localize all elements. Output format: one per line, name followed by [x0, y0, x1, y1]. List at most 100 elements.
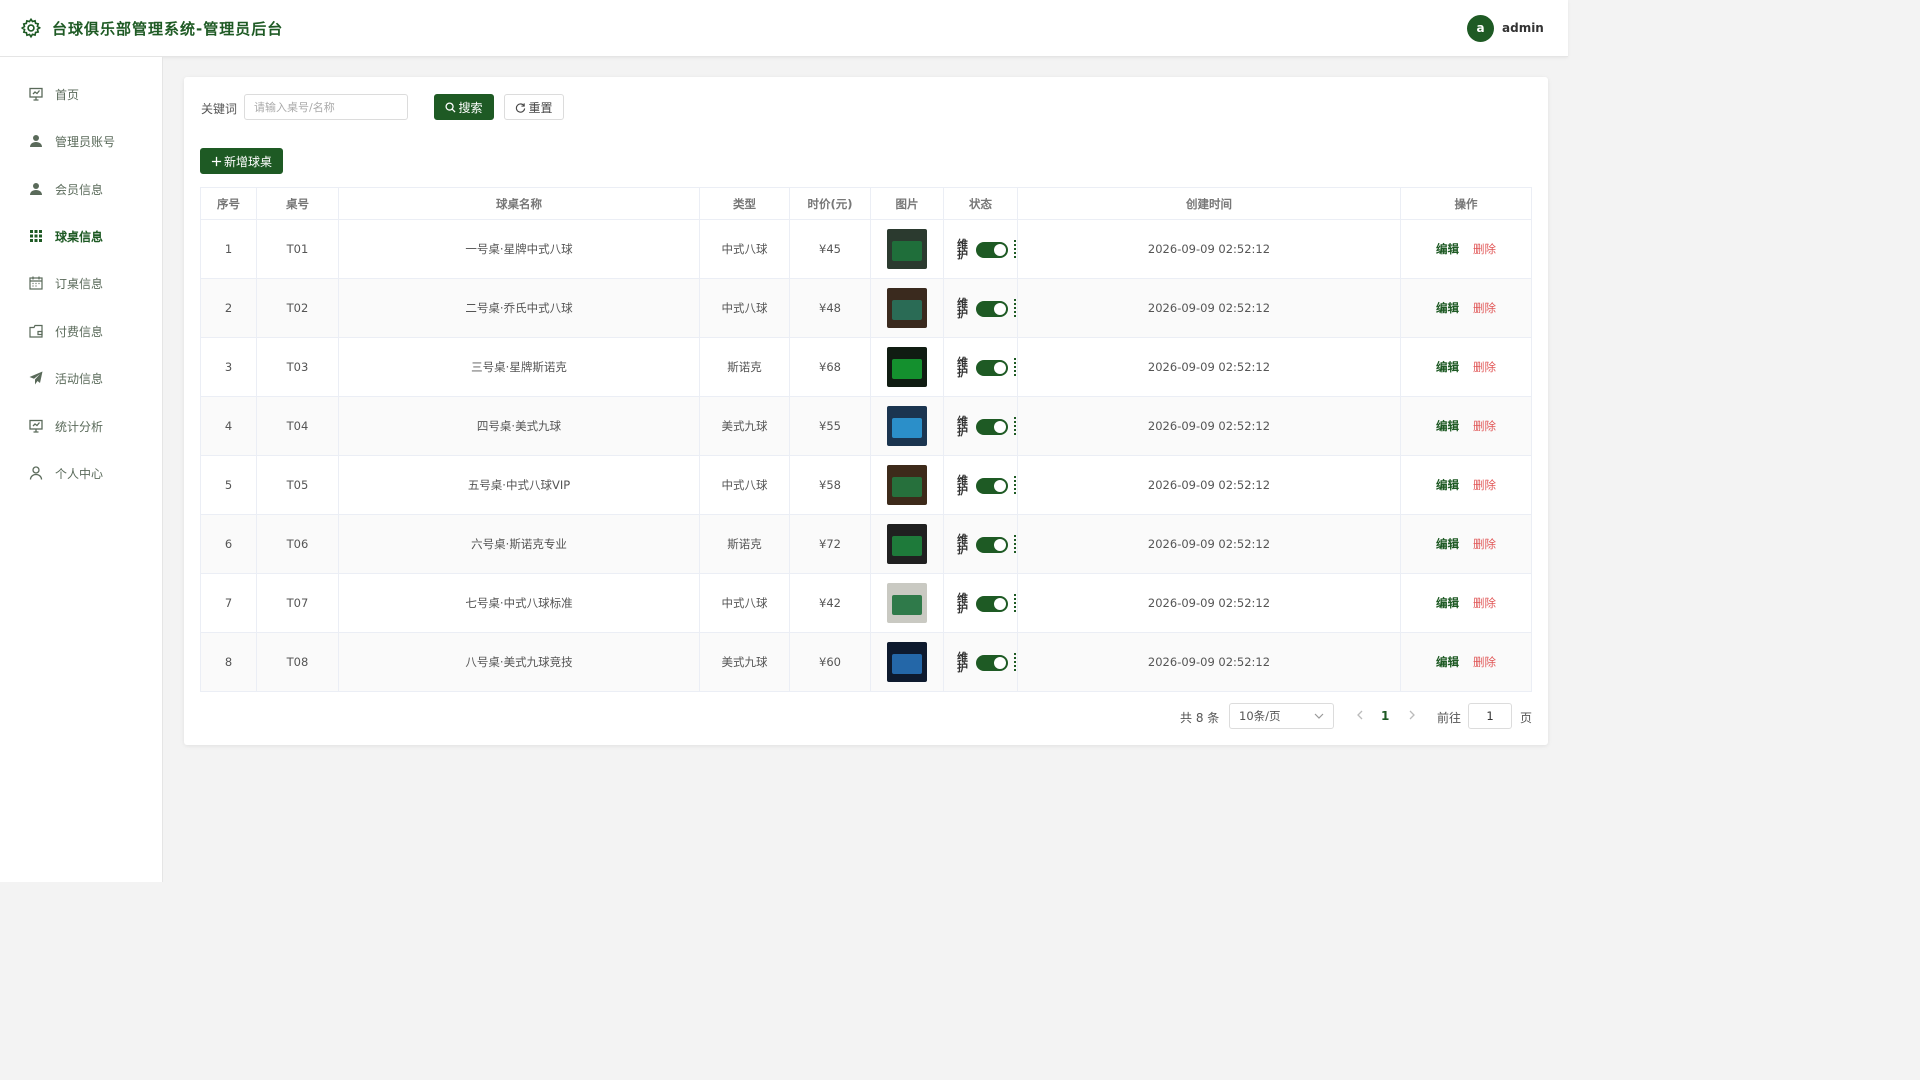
cell-index: 7: [200, 573, 257, 633]
table-thumbnail[interactable]: [887, 288, 927, 328]
chevron-left-icon[interactable]: [1353, 708, 1367, 722]
delete-link[interactable]: 删除: [1473, 360, 1496, 374]
cell-status: 维护: [943, 337, 1018, 397]
presentation-icon: [29, 87, 43, 101]
status-toggle[interactable]: [976, 301, 1008, 317]
cell-price: ¥45: [789, 219, 871, 279]
cell-type: 斯诺克: [699, 514, 790, 574]
chart-icon: [29, 419, 43, 433]
status-toggle[interactable]: [976, 242, 1008, 258]
edit-link[interactable]: 编辑: [1436, 655, 1459, 669]
cell-image: [870, 514, 944, 574]
status-toggle[interactable]: [976, 596, 1008, 612]
table-felt: [892, 359, 922, 379]
app-title: 台球俱乐部管理系统-管理员后台: [52, 20, 284, 38]
table-thumbnail[interactable]: [887, 642, 927, 682]
search-button[interactable]: 搜索: [434, 94, 494, 120]
username[interactable]: admin: [1502, 21, 1544, 35]
status-toggle[interactable]: [976, 360, 1008, 376]
calendar-icon: [29, 276, 43, 290]
cell-name: 四号桌·美式九球: [338, 396, 700, 456]
status-toggle[interactable]: [976, 478, 1008, 494]
status-overflow-marker: [1014, 653, 1017, 671]
edit-link[interactable]: 编辑: [1436, 596, 1459, 610]
table-thumbnail[interactable]: [887, 524, 927, 564]
sidebar-item-members[interactable]: 会员信息: [0, 169, 162, 209]
edit-link[interactable]: 编辑: [1436, 360, 1459, 374]
add-table-button-label: 新增球桌: [223, 154, 272, 169]
delete-link[interactable]: 删除: [1473, 596, 1496, 610]
table-thumbnail[interactable]: [887, 406, 927, 446]
search-icon: [445, 101, 457, 113]
wallet-icon: [29, 324, 43, 338]
cell-price: ¥60: [789, 632, 871, 692]
reset-button-label: 重置: [528, 100, 553, 115]
status-overflow-marker: [1014, 358, 1017, 376]
table-row: 6 T06 六号桌·斯诺克专业 斯诺克 ¥72 维护 2026-09-09 02:52:12…: [200, 514, 1532, 574]
table-thumbnail[interactable]: [887, 229, 927, 269]
table-row: 3 T03 三号桌·星牌斯诺克 斯诺克 ¥68 维护 2026-09-09 02:52:12…: [200, 337, 1532, 397]
edit-link[interactable]: 编辑: [1436, 301, 1459, 315]
table-thumbnail[interactable]: [887, 347, 927, 387]
sidebar-item-admin-accounts[interactable]: 管理员账号: [0, 121, 162, 161]
page-size-select[interactable]: 10条/页: [1229, 703, 1334, 729]
delete-link[interactable]: 删除: [1473, 655, 1496, 669]
plus-icon: [211, 156, 222, 166]
avatar[interactable]: a: [1467, 15, 1494, 42]
sidebar-item-label: 活动信息: [55, 372, 104, 386]
edit-link[interactable]: 编辑: [1436, 419, 1459, 433]
refresh-icon: [516, 102, 526, 113]
cell-image: [870, 278, 944, 338]
table-thumbnail[interactable]: [887, 465, 927, 505]
column-header: 球桌名称: [338, 187, 700, 220]
sidebar-item-payments[interactable]: 付费信息: [0, 311, 162, 351]
table-felt: [892, 536, 922, 556]
status-toggle[interactable]: [976, 655, 1008, 671]
cell-created: 2026-09-09 02:52:12: [1017, 337, 1401, 397]
sidebar-item-bookings[interactable]: 订桌信息: [0, 263, 162, 303]
status-label: 维护: [957, 356, 968, 379]
page-number-current[interactable]: 1: [1381, 709, 1389, 723]
column-header: 类型: [699, 187, 790, 220]
delete-link[interactable]: 删除: [1473, 301, 1496, 315]
add-table-button[interactable]: 新增球桌: [200, 148, 283, 174]
table-felt: [892, 654, 922, 674]
delete-link[interactable]: 删除: [1473, 478, 1496, 492]
delete-link[interactable]: 删除: [1473, 419, 1496, 433]
status-toggle[interactable]: [976, 537, 1008, 553]
edit-link[interactable]: 编辑: [1436, 242, 1459, 256]
chevron-right-icon[interactable]: [1405, 708, 1419, 722]
cell-actions: 编辑 删除: [1400, 573, 1532, 633]
table-thumbnail[interactable]: [887, 583, 927, 623]
cell-price: ¥72: [789, 514, 871, 574]
chevron-down-icon: [1314, 713, 1324, 719]
sidebar-item-statistics[interactable]: 统计分析: [0, 406, 162, 446]
cell-type: 中式八球: [699, 219, 790, 279]
status-toggle[interactable]: [976, 419, 1008, 435]
goto-label: 前往: [1437, 711, 1462, 725]
sidebar: 首页 管理员账号 会员信息 球桌信息 订桌信息 付费信息 活动信息 统计分析 个…: [0, 57, 163, 882]
cell-name: 一号桌·星牌中式八球: [338, 219, 700, 279]
edit-link[interactable]: 编辑: [1436, 537, 1459, 551]
sidebar-item-profile[interactable]: 个人中心: [0, 453, 162, 493]
cell-created: 2026-09-09 02:52:12: [1017, 514, 1401, 574]
page-suffix: 页: [1520, 711, 1533, 725]
reset-button[interactable]: 重置: [504, 94, 564, 120]
cell-code: T06: [256, 514, 339, 574]
cell-index: 4: [200, 396, 257, 456]
sidebar-item-activities[interactable]: 活动信息: [0, 358, 162, 398]
table-row: 5 T05 五号桌·中式八球VIP 中式八球 ¥58 维护 2026-09-09 02:52…: [200, 455, 1532, 515]
cell-image: [870, 632, 944, 692]
cell-code: T02: [256, 278, 339, 338]
cell-type: 中式八球: [699, 278, 790, 338]
sidebar-item-label: 管理员账号: [55, 135, 116, 149]
sidebar-item-tables[interactable]: 球桌信息: [0, 216, 162, 256]
pagination-total: 共 8 条: [1180, 711, 1220, 725]
sidebar-item-home[interactable]: 首页: [0, 74, 162, 114]
delete-link[interactable]: 删除: [1473, 242, 1496, 256]
search-input[interactable]: [244, 94, 408, 120]
goto-page-input[interactable]: [1468, 703, 1512, 729]
edit-link[interactable]: 编辑: [1436, 478, 1459, 492]
cell-created: 2026-09-09 02:52:12: [1017, 278, 1401, 338]
delete-link[interactable]: 删除: [1473, 537, 1496, 551]
